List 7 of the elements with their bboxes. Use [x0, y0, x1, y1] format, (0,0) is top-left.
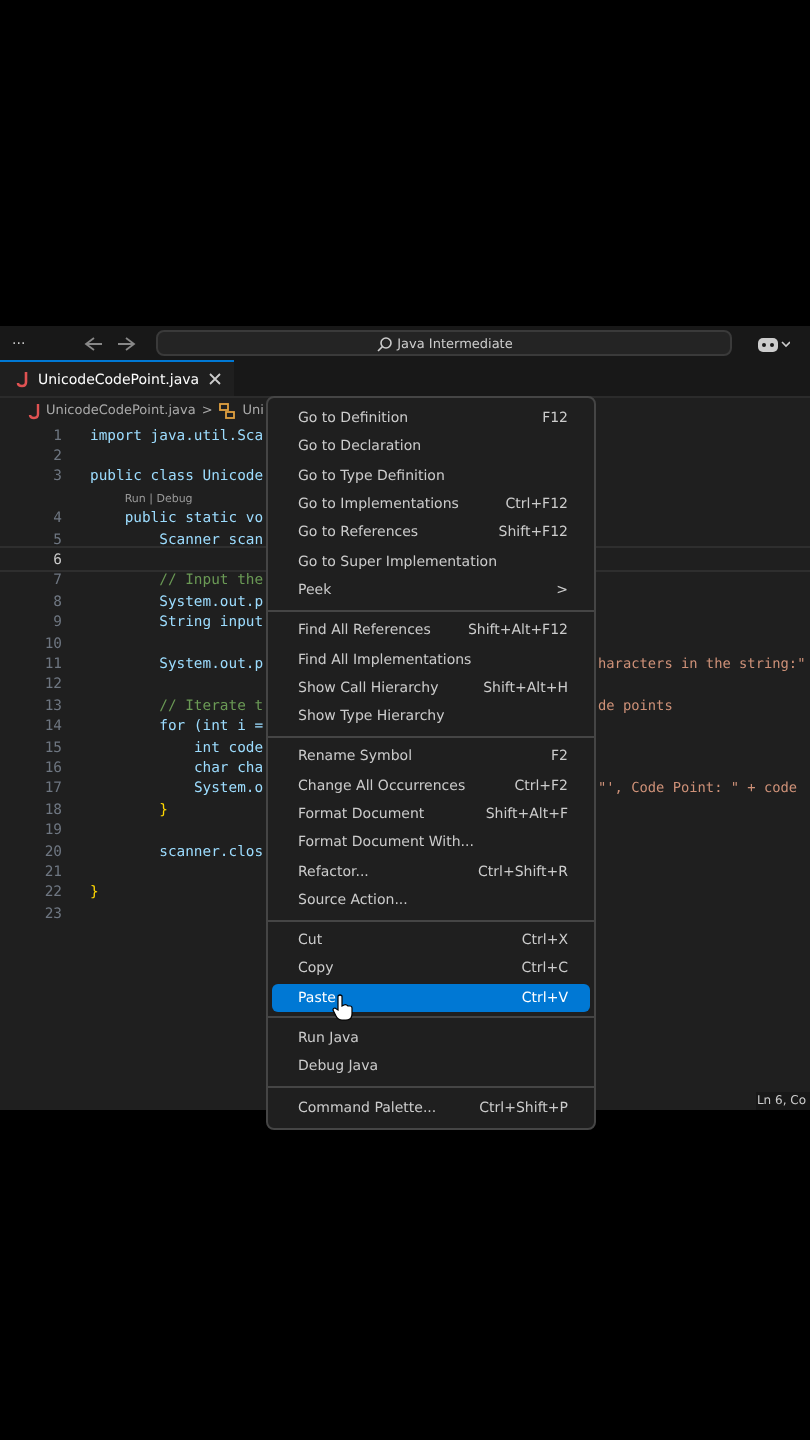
forward-arrow-icon[interactable]: [116, 335, 136, 351]
copilot-icon[interactable]: [756, 333, 790, 353]
close-icon[interactable]: [207, 372, 222, 386]
search-icon: [375, 335, 392, 351]
class-icon: [218, 401, 237, 419]
hand-cursor-icon: [332, 993, 354, 1022]
back-arrow-icon[interactable]: [84, 335, 104, 351]
